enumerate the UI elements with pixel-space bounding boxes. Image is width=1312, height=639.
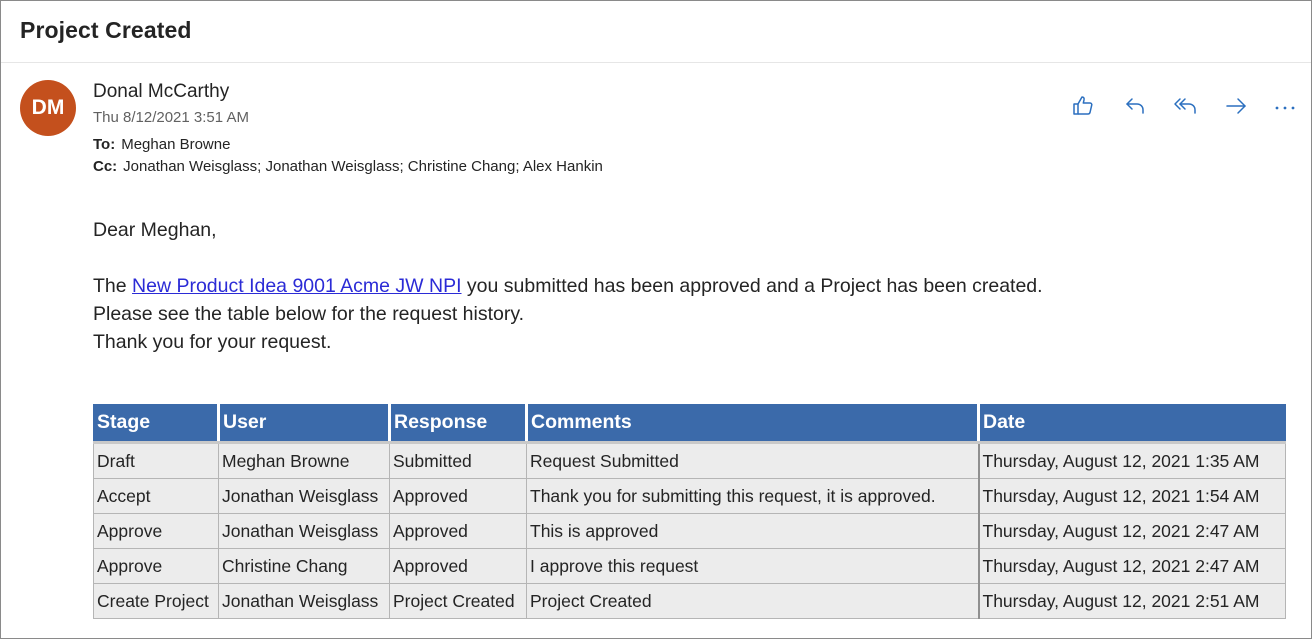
request-history-table: Stage User Response Comments Date Draft …	[93, 404, 1286, 619]
subject-bar: Project Created	[1, 1, 1311, 63]
cell-response: Approved	[389, 478, 527, 514]
cell-response: Approved	[389, 548, 527, 584]
cell-response: Project Created	[389, 583, 527, 619]
reply-all-button[interactable]	[1170, 91, 1202, 121]
to-line: To: Meghan Browne	[93, 136, 230, 153]
table-row: Create Project Jonathan Weisglass Projec…	[93, 583, 1286, 619]
cell-stage: Draft	[93, 442, 219, 479]
table-row: Accept Jonathan Weisglass Approved Thank…	[93, 478, 1286, 514]
forward-icon	[1226, 98, 1246, 114]
reply-button[interactable]	[1119, 91, 1151, 121]
cell-stage: Approve	[93, 513, 219, 549]
reply-icon	[1126, 98, 1144, 114]
cc-line: Cc: Jonathan Weisglass; Jonathan Weisglas…	[93, 158, 603, 175]
cell-user: Christine Chang	[218, 548, 390, 584]
cell-user: Jonathan Weisglass	[218, 583, 390, 619]
header-response: Response	[388, 404, 527, 444]
cell-date: Thursday, August 12, 2021 2:51 AM	[978, 583, 1286, 619]
body-line-1: The New Product Idea 9001 Acme JW NPI yo…	[93, 275, 1043, 298]
more-actions-button[interactable]	[1269, 91, 1301, 121]
sent-date: Thu 8/12/2021 3:51 AM	[93, 109, 249, 126]
cell-stage: Create Project	[93, 583, 219, 619]
cell-user: Meghan Browne	[218, 442, 390, 479]
table-row: Approve Christine Chang Approved I appro…	[93, 548, 1286, 584]
email-reading-pane: Project Created DM Donal McCarthy Thu 8/…	[0, 0, 1312, 639]
table-row: Draft Meghan Browne Submitted Request Su…	[93, 442, 1286, 479]
to-recipients[interactable]: Meghan Browne	[121, 136, 230, 153]
greeting: Dear Meghan,	[93, 219, 217, 241]
cell-comments: This is approved	[526, 513, 980, 549]
cell-comments: Request Submitted	[526, 442, 980, 479]
like-button[interactable]	[1067, 91, 1099, 121]
header-user: User	[217, 404, 390, 444]
cell-response: Submitted	[389, 442, 527, 479]
like-icon	[1073, 96, 1093, 115]
cell-comments: I approve this request	[526, 548, 980, 584]
cell-user: Jonathan Weisglass	[218, 478, 390, 514]
header-stage: Stage	[93, 404, 219, 444]
forward-button[interactable]	[1220, 91, 1252, 121]
table-row: Approve Jonathan Weisglass Approved This…	[93, 513, 1286, 549]
more-icon	[1275, 106, 1295, 110]
cell-date: Thursday, August 12, 2021 2:47 AM	[978, 548, 1286, 584]
table-header-row: Stage User Response Comments Date	[93, 404, 1286, 444]
project-link[interactable]: New Product Idea 9001 Acme JW NPI	[132, 275, 461, 297]
line1-prefix: The	[93, 275, 133, 297]
cell-response: Approved	[389, 513, 527, 549]
line1-suffix: you submitted has been approved and a Pr…	[461, 275, 1043, 297]
cell-comments: Project Created	[526, 583, 980, 619]
reply-all-icon	[1174, 98, 1196, 114]
header-date: Date	[977, 404, 1286, 444]
avatar[interactable]: DM	[20, 80, 76, 136]
cell-stage: Approve	[93, 548, 219, 584]
cc-recipients[interactable]: Jonathan Weisglass; Jonathan Weisglass; …	[123, 158, 603, 175]
body-line-3: Thank you for your request.	[93, 331, 332, 353]
cell-comments: Thank you for submitting this request, i…	[526, 478, 980, 514]
body-line-2: Please see the table below for the reque…	[93, 303, 525, 325]
cell-date: Thursday, August 12, 2021 1:35 AM	[978, 442, 1286, 479]
cell-date: Thursday, August 12, 2021 1:54 AM	[978, 478, 1286, 514]
header-comments: Comments	[525, 404, 979, 444]
sender-name[interactable]: Donal McCarthy	[93, 81, 229, 103]
email-subject: Project Created	[20, 17, 192, 43]
cell-user: Jonathan Weisglass	[218, 513, 390, 549]
cc-label: Cc:	[93, 158, 118, 175]
cell-date: Thursday, August 12, 2021 2:47 AM	[978, 513, 1286, 549]
to-label: To:	[93, 136, 116, 153]
cell-stage: Accept	[93, 478, 219, 514]
